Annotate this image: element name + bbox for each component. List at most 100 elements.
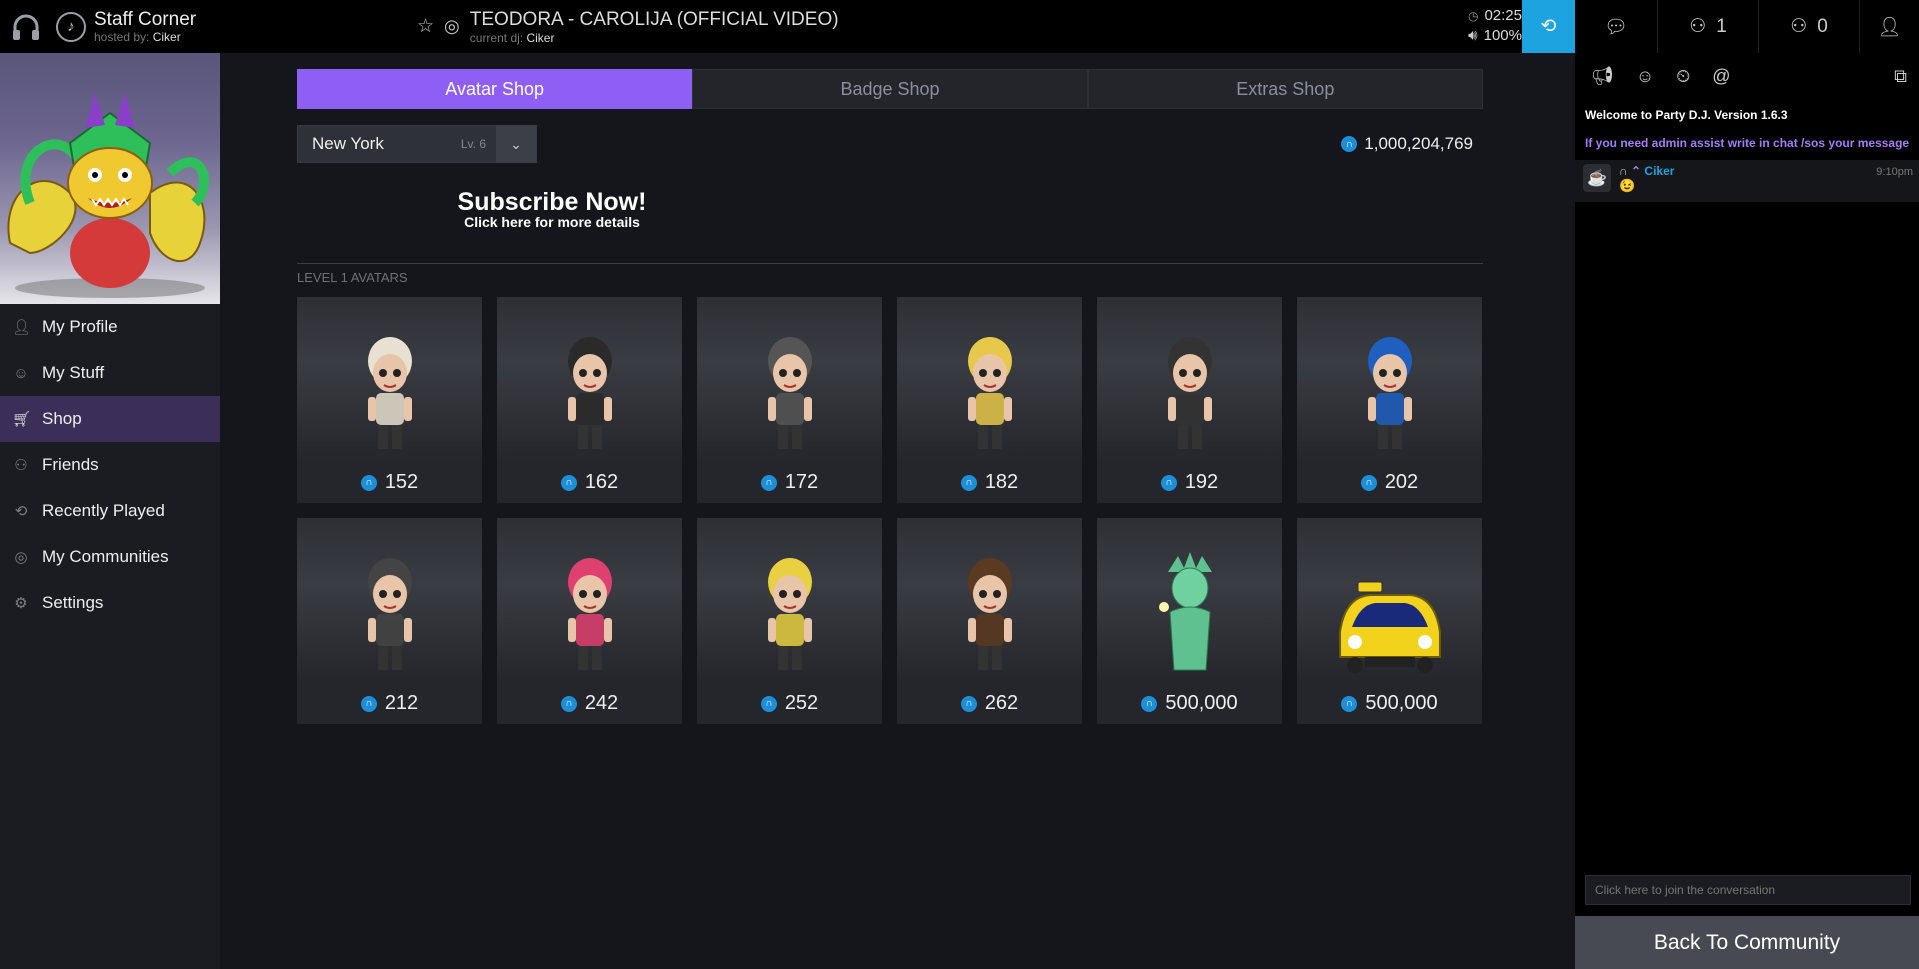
- dj-icon[interactable]: ◎: [444, 16, 460, 37]
- history-button[interactable]: ⟲: [1522, 0, 1575, 53]
- sidebar-item-shop[interactable]: 🛒︎ Shop: [0, 396, 220, 442]
- balance-value: 1,000,204,769: [1364, 134, 1473, 153]
- collection-select[interactable]: New York Lv. 6 ⌄: [297, 125, 537, 163]
- volume-level[interactable]: 100%: [1484, 26, 1522, 46]
- chat-avatar[interactable]: ☕: [1583, 164, 1611, 192]
- price-value: 192: [1184, 471, 1219, 493]
- sidebar-item-my-communities[interactable]: ◎ My Communities: [0, 534, 220, 580]
- tab-extras-shop[interactable]: Extras Shop: [1087, 69, 1483, 109]
- chevron-down-icon[interactable]: ⌄: [496, 126, 536, 162]
- communities-icon: ◎: [14, 549, 28, 566]
- avatar-card[interactable]: ∩ 152: [297, 297, 482, 503]
- sidebar-item-my-stuff[interactable]: ☺ My Stuff: [0, 350, 220, 396]
- room-info[interactable]: ♪ Staff Corner hosted by: Ciker: [56, 8, 197, 44]
- subscribe-banner[interactable]: Subscribe Now! Click here for more detai…: [452, 189, 652, 229]
- sidebar-item-settings[interactable]: ⚙ Settings: [0, 580, 220, 626]
- music-note-icon: ♪: [56, 11, 86, 42]
- chat-input[interactable]: [1585, 875, 1911, 905]
- avatar-image: [497, 297, 682, 462]
- price-value: 212: [384, 692, 419, 714]
- listeners-button[interactable]: ⚇ 1: [1658, 0, 1758, 53]
- headphones-badge-icon: ∩: [1619, 164, 1628, 178]
- avatar-card[interactable]: ∩ 192: [1097, 297, 1282, 503]
- section-label: LEVEL 1 AVATARS: [297, 270, 408, 285]
- avatar-card[interactable]: ∩ 500,000: [1097, 518, 1282, 724]
- price-value: 500,000: [1165, 692, 1238, 714]
- coin-icon: ∩: [1360, 474, 1377, 491]
- avatar-card[interactable]: ∩ 182: [897, 297, 1082, 503]
- now-playing: ☆ ◎ TEODORA - CAROLIJA (OFFICIAL VIDEO) …: [417, 0, 839, 53]
- chat-button[interactable]: 💬︎: [1575, 0, 1657, 53]
- coin-icon: ∩: [560, 474, 577, 491]
- subscribe-subtitle: Click here for more details: [464, 214, 640, 230]
- sidebar-item-my-profile[interactable]: 👤︎ My Profile: [0, 304, 220, 350]
- avatar-card[interactable]: ∩ 172: [697, 297, 882, 503]
- collection-name: New York: [312, 134, 384, 153]
- room-title: Staff Corner: [94, 8, 197, 30]
- coin-icon: ∩: [1341, 136, 1358, 152]
- chat-toolbar: 📢︎ ☺ ⏲ @ ⧉: [1575, 53, 1919, 100]
- coin-icon: ∩: [560, 695, 577, 712]
- avatar-card[interactable]: ∩ 242: [497, 518, 682, 724]
- avatar-card[interactable]: ∩ 162: [497, 297, 682, 503]
- timestamp-icon[interactable]: ⏲: [1676, 66, 1690, 87]
- listeners-icon: ⚇: [1689, 16, 1707, 37]
- volume-icon[interactable]: 🔊︎: [1468, 26, 1477, 46]
- clock-icon: ◷: [1467, 9, 1479, 23]
- avatar-price: ∩ 500,000: [1097, 683, 1282, 724]
- profile-button[interactable]: 👤︎: [1860, 0, 1919, 53]
- avatar-price: ∩ 152: [297, 462, 482, 503]
- price-value: 252: [784, 692, 819, 714]
- avatar-card[interactable]: ∩ 252: [697, 518, 882, 724]
- subscribe-title: Subscribe Now!: [457, 188, 647, 216]
- coin-icon: ∩: [1160, 474, 1177, 491]
- sidebar-item-label: Shop: [42, 409, 82, 428]
- sidebar-item-label: Settings: [42, 593, 104, 612]
- coin-icon: ∩: [1141, 695, 1158, 712]
- current-dj: current dj: Ciker: [469, 30, 555, 45]
- sidebar-item-label: Recently Played: [42, 501, 165, 520]
- price-value: 500,000: [1365, 692, 1438, 714]
- avatar-card[interactable]: ∩ 212: [297, 518, 482, 724]
- track-title: TEODORA - CAROLIJA (OFFICIAL VIDEO): [469, 8, 839, 30]
- dj-queue-icon: ⚇: [1790, 16, 1808, 37]
- shop-panel: Avatar Shop Badge Shop Extras Shop New Y…: [297, 69, 1483, 724]
- coin-balance: ∩ 1,000,204,769: [1341, 134, 1473, 154]
- avatar[interactable]: [0, 53, 220, 304]
- price-value: 152: [384, 471, 419, 493]
- listeners-count: 1: [1716, 15, 1727, 37]
- avatar-image: [297, 518, 482, 683]
- avatar-card[interactable]: ∩ 202: [1297, 297, 1482, 503]
- avatar-price: ∩ 172: [697, 462, 882, 503]
- dj-queue-button[interactable]: ⚇ 0: [1759, 0, 1859, 53]
- announce-icon[interactable]: 📢︎: [1591, 66, 1614, 87]
- price-value: 172: [784, 471, 819, 493]
- avatar-price: ∩ 262: [897, 683, 1082, 724]
- chat-icon: 💬︎: [1603, 16, 1629, 38]
- mention-icon[interactable]: @: [1712, 66, 1730, 87]
- avatar-price: ∩ 242: [497, 683, 682, 724]
- sidebar-item-friends[interactable]: ⚇ Friends: [0, 442, 220, 488]
- sidebar-item-label: My Stuff: [42, 363, 105, 382]
- back-to-community-button[interactable]: Back To Community: [1575, 916, 1919, 969]
- tab-avatar-shop[interactable]: Avatar Shop: [297, 69, 693, 109]
- avatar-card[interactable]: ∩ 500,000: [1297, 518, 1482, 724]
- sidebar-item-recently-played[interactable]: ⟲ Recently Played: [0, 488, 220, 534]
- chat-username[interactable]: ∩ ⌃ Ciker: [1619, 164, 1674, 178]
- avatar-image: [1097, 518, 1282, 683]
- emoji-icon[interactable]: ☺: [1636, 66, 1654, 87]
- avatar-grid: ∩ 152 ∩ 162 ∩ 172 ∩ 182 ∩ 192 ∩ 202 ∩ 212 ∩ 242 ∩ 252 ∩ 262…: [297, 297, 1483, 724]
- avatar-price: ∩ 162: [497, 462, 682, 503]
- avatar-price: ∩ 192: [1097, 462, 1282, 503]
- avatar-price: ∩ 500,000: [1297, 683, 1482, 724]
- headphones-logo-icon[interactable]: [0, 0, 52, 53]
- avatar-image: [1097, 297, 1282, 462]
- avatar-price: ∩ 252: [697, 683, 882, 724]
- star-icon[interactable]: ☆: [417, 15, 434, 38]
- avatar-card[interactable]: ∩ 262: [897, 518, 1082, 724]
- popout-icon[interactable]: ⧉: [1894, 66, 1907, 87]
- coin-icon: ∩: [760, 695, 777, 712]
- avatar-image: [497, 518, 682, 683]
- chat-time: 9:10pm: [1876, 166, 1913, 178]
- tab-badge-shop[interactable]: Badge Shop: [692, 69, 1088, 109]
